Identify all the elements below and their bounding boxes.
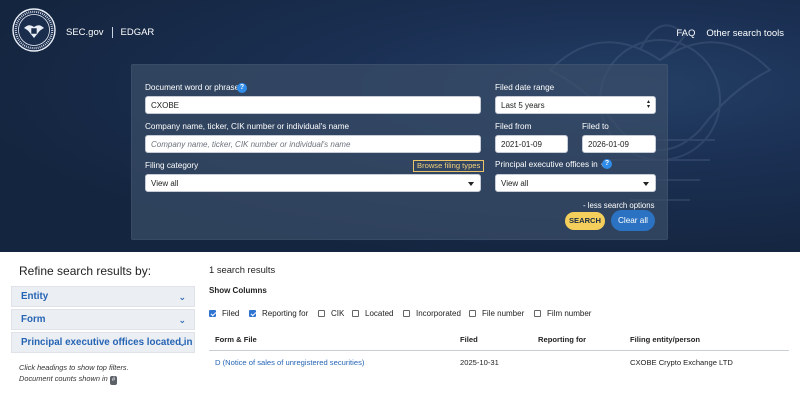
- filed-to-label: Filed to: [582, 122, 609, 131]
- search-button[interactable]: SEARCH: [565, 212, 605, 230]
- filing-category-select[interactable]: View all: [145, 174, 481, 192]
- checkbox-icon[interactable]: [403, 310, 410, 317]
- principal-offices-text: Principal executive offices in: [495, 160, 598, 169]
- chevron-down-icon: ⌄: [178, 315, 186, 325]
- facet-label: Form: [21, 314, 46, 325]
- faq-link[interactable]: FAQ: [676, 28, 695, 39]
- filed-date: 2025-10-31: [460, 358, 499, 367]
- date-range-value: Last 5 years: [501, 100, 545, 110]
- help-icon[interactable]: ?: [602, 159, 612, 169]
- filing-category-label: Filing category: [145, 161, 199, 170]
- facet-label: Entity: [21, 291, 49, 302]
- browse-filing-types-button[interactable]: Browse filing types: [413, 160, 485, 172]
- column-toggle-filed[interactable]: Filed: [209, 309, 239, 318]
- header-filed[interactable]: Filed: [460, 335, 478, 344]
- column-toggle-film-number[interactable]: Film number: [534, 309, 591, 318]
- company-input[interactable]: Company name, ticker, CIK number or indi…: [145, 135, 481, 153]
- less-search-options-link[interactable]: - less search options: [583, 201, 655, 210]
- company-label: Company name, ticker, CIK number or indi…: [145, 122, 350, 131]
- column-toggle-label: Filed: [222, 309, 240, 318]
- table-header-divider: [209, 350, 789, 351]
- filed-to-input[interactable]: 2026-01-09: [582, 135, 656, 153]
- facet-form[interactable]: Form ⌄: [11, 309, 195, 330]
- filing-entity-value: CXOBE Crypto Exchange LTD: [630, 358, 733, 367]
- chevron-down-icon: ⌄: [178, 292, 186, 302]
- header-reporting-for[interactable]: Reporting for: [538, 335, 586, 344]
- checkbox-icon[interactable]: [534, 310, 541, 317]
- column-toggle-file-number[interactable]: File number: [469, 309, 524, 318]
- hint-line-1: Click headings to show top filters.: [19, 363, 129, 372]
- document-phrase-input[interactable]: CXOBE: [145, 96, 481, 114]
- hint-text: Document counts shown in: [19, 374, 108, 383]
- count-badge: #: [109, 376, 118, 385]
- chevron-down-icon: ⌄: [178, 338, 186, 348]
- principal-offices-label[interactable]: Principal executive offices in ▼: [495, 160, 606, 169]
- clear-all-button[interactable]: Clear all: [611, 210, 655, 231]
- header-filing-entity[interactable]: Filing entity/person: [630, 335, 700, 344]
- results-count: 1 search results: [209, 264, 276, 275]
- checkbox-checked-icon[interactable]: [249, 310, 256, 317]
- facet-entity[interactable]: Entity ⌄: [11, 286, 195, 307]
- column-toggle-label: Located: [365, 309, 394, 318]
- refine-title: Refine search results by:: [19, 264, 152, 278]
- show-columns-label: Show Columns: [209, 286, 267, 295]
- help-icon[interactable]: ?: [237, 83, 247, 93]
- column-toggle-label: Reporting for: [262, 309, 309, 318]
- top-nav: SEC.gov EDGAR: [66, 27, 154, 38]
- form-file-link[interactable]: D (Notice of sales of unregistered secur…: [215, 358, 364, 367]
- other-search-tools-link[interactable]: Other search tools: [706, 28, 784, 39]
- sec-gov-link[interactable]: SEC.gov: [66, 27, 104, 38]
- checkbox-icon[interactable]: [352, 310, 359, 317]
- column-toggle-label: CIK: [331, 309, 345, 318]
- column-toggle-reporting-for[interactable]: Reporting for: [249, 309, 308, 318]
- column-toggle-label: Incorporated: [416, 309, 461, 318]
- column-toggle-label: File number: [482, 309, 525, 318]
- document-phrase-label: Document word or phrase: [145, 83, 240, 92]
- nav-divider: [111, 27, 113, 38]
- header-form-file[interactable]: Form & File: [215, 335, 257, 344]
- facet-principal-offices[interactable]: Principal executive offices located in ⌄: [11, 332, 195, 353]
- checkbox-checked-icon[interactable]: [209, 310, 216, 317]
- facet-label: Principal executive offices located in: [21, 337, 193, 348]
- right-nav: FAQ Other search tools: [676, 28, 784, 39]
- column-toggle-incorporated[interactable]: Incorporated: [403, 309, 461, 318]
- filed-from-label: Filed from: [495, 122, 532, 131]
- edgar-link[interactable]: EDGAR: [121, 27, 155, 38]
- column-toggle-label: Film number: [547, 309, 592, 318]
- column-toggle-located[interactable]: Located: [352, 309, 393, 318]
- principal-offices-select[interactable]: View all: [495, 174, 656, 192]
- date-range-label: Filed date range: [495, 83, 555, 92]
- filed-from-input[interactable]: 2021-01-09: [495, 135, 568, 153]
- column-toggle-cik[interactable]: CIK: [318, 309, 344, 318]
- date-range-select[interactable]: Last 5 years ▴ ▾: [495, 96, 656, 114]
- select-updown-icon: ▴ ▾: [646, 99, 650, 110]
- checkbox-icon[interactable]: [318, 310, 325, 317]
- sec-seal-logo[interactable]: [12, 8, 56, 52]
- checkbox-icon[interactable]: [469, 310, 476, 317]
- hint-line-2: Document counts shown in #: [19, 374, 118, 385]
